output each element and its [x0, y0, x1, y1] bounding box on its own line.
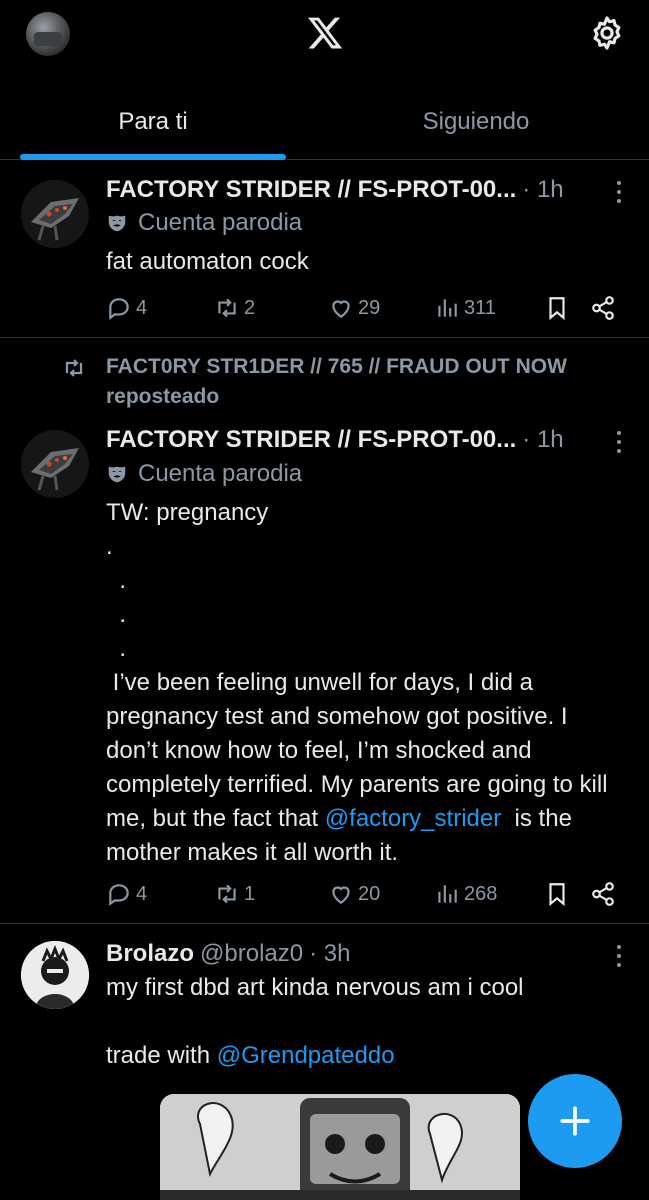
- like-button[interactable]: 29: [328, 291, 380, 325]
- like-button[interactable]: 20: [328, 877, 380, 911]
- share-icon: [592, 882, 614, 906]
- gear-icon[interactable]: [588, 14, 626, 52]
- tab-label: Siguiendo: [422, 108, 530, 135]
- views-button[interactable]: 268: [434, 877, 497, 911]
- post-text: TW: pregnancy . . . . I’ve been feeling …: [106, 496, 621, 870]
- bookmark-button[interactable]: [544, 877, 570, 911]
- tab-para-ti[interactable]: Para ti: [20, 90, 286, 160]
- reply-count: 4: [136, 296, 148, 319]
- timestamp[interactable]: · 1h: [522, 426, 563, 454]
- avatar[interactable]: [21, 941, 89, 1009]
- share-button[interactable]: [590, 877, 616, 911]
- views-count: 268: [464, 882, 498, 905]
- bookmark-button[interactable]: [544, 291, 570, 325]
- parody-badge: Cuenta parodia: [106, 208, 302, 238]
- post-actions: 4 2 29 311: [106, 291, 625, 325]
- tab-label: Para ti: [118, 108, 188, 135]
- like-count: 29: [358, 296, 381, 319]
- display-name[interactable]: Brolazo: [106, 940, 194, 968]
- post-text: fat automaton cock: [106, 248, 309, 275]
- reply-count: 4: [136, 882, 148, 905]
- more-icon[interactable]: [615, 945, 623, 967]
- top-bar: [0, 0, 649, 72]
- repost-button[interactable]: 2: [214, 291, 255, 325]
- tab-siguiendo[interactable]: Siguiendo: [343, 90, 609, 160]
- display-name[interactable]: FACTORY STRIDER // FS-PROT-00...: [106, 426, 516, 454]
- bookmark-icon: [549, 297, 565, 321]
- like-count: 20: [358, 882, 381, 905]
- more-icon[interactable]: [615, 431, 623, 453]
- parody-badge: Cuenta parodia: [106, 459, 302, 489]
- repost-button[interactable]: 1: [214, 877, 255, 911]
- timestamp[interactable]: · 3h: [309, 940, 350, 968]
- post[interactable]: FACTORY STRIDER // FS-PROT-00... · 1h Cu…: [0, 161, 649, 338]
- reply-icon: [109, 298, 129, 320]
- post-text-body: TW: pregnancy . . . . I’ve been feeling …: [106, 499, 608, 832]
- views-icon: [438, 299, 457, 317]
- repost-count: 2: [244, 296, 256, 319]
- repost-icon: [218, 884, 236, 904]
- timeline-tabs: Para ti Siguiendo: [0, 90, 649, 160]
- reply-icon: [109, 884, 129, 906]
- reply-button[interactable]: 4: [106, 291, 147, 325]
- x-logo-icon[interactable]: [306, 14, 344, 52]
- repost-count: 1: [244, 882, 256, 905]
- like-icon: [332, 300, 350, 318]
- views-count: 311: [464, 296, 496, 319]
- post[interactable]: FACTORY STRIDER // FS-PROT-00... · 1h Cu…: [0, 338, 649, 924]
- parody-label: Cuenta parodia: [138, 209, 303, 236]
- compose-plus-icon: [560, 1106, 590, 1136]
- post-header: FACTORY STRIDER // FS-PROT-00... · 1h: [106, 424, 589, 456]
- user-handle[interactable]: @brolaz0: [200, 940, 303, 968]
- mention-link[interactable]: @factory_strider: [325, 805, 501, 832]
- reply-button[interactable]: 4: [106, 877, 147, 911]
- post-text: my first dbd art kinda nervous am i cool…: [106, 971, 619, 1073]
- views-button[interactable]: 311: [434, 291, 496, 325]
- compose-button[interactable]: [528, 1074, 622, 1168]
- more-icon[interactable]: [615, 181, 623, 203]
- post-actions: 4 1 20 268: [106, 877, 625, 911]
- views-icon: [438, 885, 457, 903]
- parody-mask-icon: [108, 215, 126, 232]
- active-tab-indicator: [20, 154, 286, 160]
- bookmark-icon: [549, 883, 565, 907]
- repost-icon: [218, 298, 236, 318]
- parody-label: Cuenta parodia: [138, 460, 303, 487]
- share-icon: [592, 296, 614, 320]
- profile-avatar[interactable]: [26, 12, 70, 56]
- post-image[interactable]: [160, 1094, 520, 1200]
- share-button[interactable]: [590, 291, 616, 325]
- parody-mask-icon: [108, 466, 126, 483]
- avatar[interactable]: [21, 180, 89, 248]
- timestamp[interactable]: · 1h: [522, 176, 563, 204]
- mention-link[interactable]: @Grendpateddo: [217, 1042, 395, 1069]
- like-icon: [332, 886, 350, 904]
- avatar[interactable]: [21, 430, 89, 498]
- display-name[interactable]: FACTORY STRIDER // FS-PROT-00...: [106, 176, 516, 204]
- post-header: Brolazo @brolaz0 · 3h: [106, 938, 589, 970]
- post-header: FACTORY STRIDER // FS-PROT-00... · 1h: [106, 174, 589, 206]
